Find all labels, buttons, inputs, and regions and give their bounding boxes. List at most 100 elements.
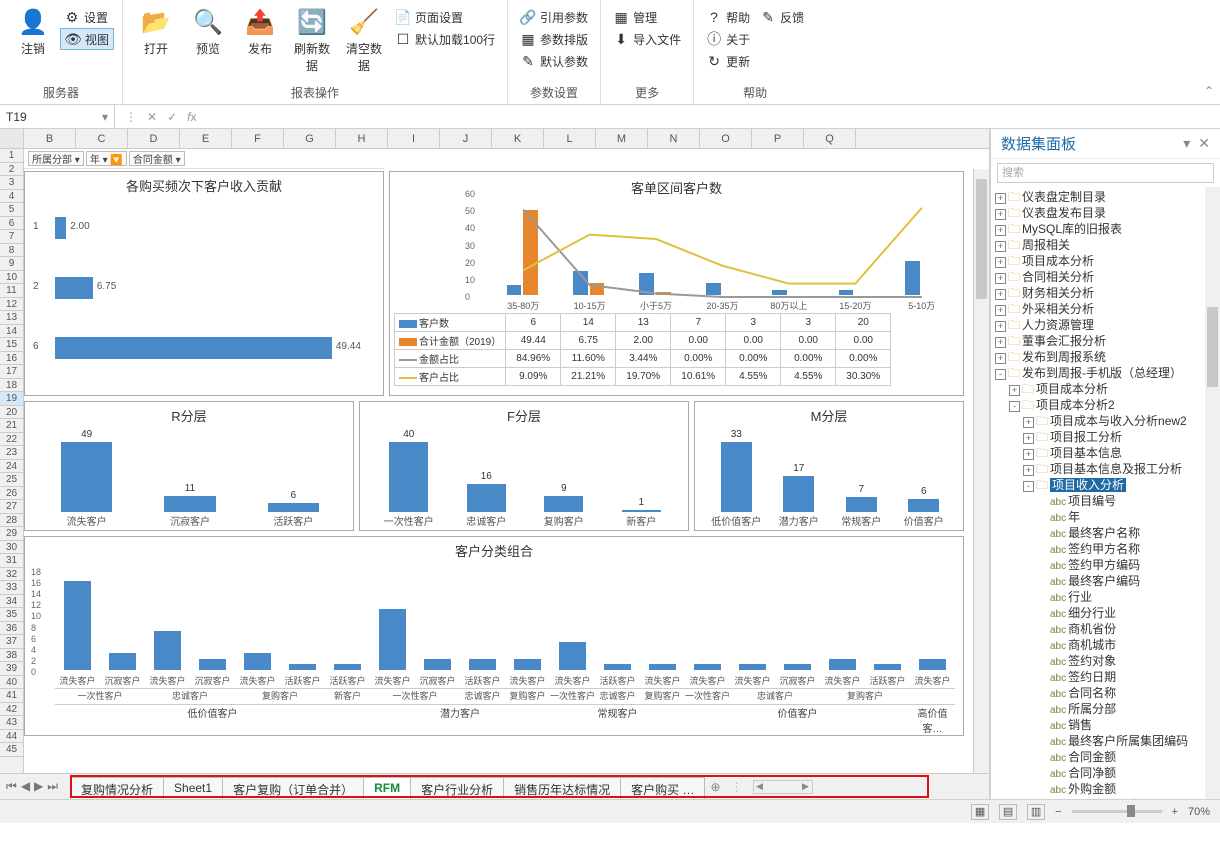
col-header[interactable]: K: [492, 129, 544, 148]
col-header[interactable]: M: [596, 129, 648, 148]
tree-node[interactable]: +🗀财务相关分析: [991, 285, 1220, 301]
publish-button[interactable]: 📤发布: [235, 4, 285, 59]
col-header[interactable]: E: [180, 129, 232, 148]
view-page-icon[interactable]: ▤: [999, 804, 1017, 820]
tree-node[interactable]: +🗀外采相关分析: [991, 301, 1220, 317]
add-sheet-icon[interactable]: ⊕: [704, 780, 726, 794]
vertical-scrollbar[interactable]: [973, 169, 989, 773]
sheet-tab[interactable]: 客户行业分析: [410, 777, 504, 799]
col-header[interactable]: C: [76, 129, 128, 148]
tree-node[interactable]: abc商机省份: [991, 621, 1220, 637]
filter-dropdown[interactable]: 合同金额 ▾: [129, 151, 185, 166]
logout-button[interactable]: 👤 注销: [8, 4, 58, 59]
tab-prev-icon[interactable]: ◀: [21, 779, 30, 794]
tab-last-icon[interactable]: ⏭: [47, 779, 58, 794]
sheet-tab[interactable]: Sheet1: [163, 777, 223, 799]
tree-node[interactable]: +🗀项目成本分析: [991, 381, 1220, 397]
about-button[interactable]: ⓘ关于: [702, 28, 754, 50]
sheet-tab[interactable]: 客户复购（订单合并）: [222, 777, 364, 799]
manage-button[interactable]: ▦管理: [609, 6, 685, 28]
help-button[interactable]: ?帮助: [702, 6, 754, 28]
worksheet-canvas[interactable]: 所属分部 ▾年 ▾ 🔽合同金额 ▾各购买频次下客户收入贡献12.0026.756…: [24, 149, 989, 773]
update-button[interactable]: ↻更新: [702, 50, 754, 72]
col-header[interactable]: D: [128, 129, 180, 148]
sheet-tab[interactable]: 客户购买 …: [620, 777, 705, 799]
col-header[interactable]: J: [440, 129, 492, 148]
tree-node[interactable]: +🗀项目成本与收入分析new2: [991, 413, 1220, 429]
open-button[interactable]: 📂打开: [131, 4, 181, 59]
col-header[interactable]: P: [752, 129, 804, 148]
tree-node[interactable]: +🗀项目基本信息及报工分析: [991, 461, 1220, 477]
tree-node[interactable]: abc商机城市: [991, 637, 1220, 653]
clear-button[interactable]: 🧹清空数据: [339, 4, 389, 76]
col-header[interactable]: F: [232, 129, 284, 148]
sheet-tab[interactable]: RFM: [363, 777, 411, 799]
import-button[interactable]: ⬇导入文件: [609, 28, 685, 50]
cancel-icon[interactable]: ✕: [147, 110, 157, 124]
select-all-corner[interactable]: [0, 129, 24, 148]
tree-node[interactable]: abc签约对象: [991, 653, 1220, 669]
horizontal-scrollbar[interactable]: ◀▶: [753, 780, 813, 794]
filter-dropdown[interactable]: 年 ▾ 🔽: [86, 151, 127, 166]
view-break-icon[interactable]: ▥: [1027, 804, 1045, 820]
search-input[interactable]: 搜索: [997, 163, 1214, 183]
filter-dropdown[interactable]: 所属分部 ▾: [28, 151, 84, 166]
dataset-tree[interactable]: +🗀仪表盘定制目录+🗀仪表盘发布目录+🗀MySQL库的旧报表+🗀周报相关+🗀项目…: [991, 187, 1220, 799]
tree-node[interactable]: +🗀合同与项目投入分析: [991, 797, 1220, 799]
tree-node[interactable]: abc签约日期: [991, 669, 1220, 685]
view-button[interactable]: 👁视图: [60, 28, 114, 50]
tree-node[interactable]: +🗀项目基本信息: [991, 445, 1220, 461]
param-order-button[interactable]: ▦参数排版: [516, 28, 592, 50]
tree-node[interactable]: +🗀项目成本分析: [991, 253, 1220, 269]
zoom-slider[interactable]: [1072, 810, 1162, 813]
tree-node[interactable]: +🗀仪表盘定制目录: [991, 189, 1220, 205]
load100-checkbox[interactable]: ☐默认加载100行: [391, 28, 499, 50]
page-setup-button[interactable]: 📄页面设置: [391, 6, 499, 28]
view-normal-icon[interactable]: ▦: [971, 804, 989, 820]
tree-node[interactable]: abc所属分部: [991, 701, 1220, 717]
tree-node[interactable]: +🗀人力资源管理: [991, 317, 1220, 333]
zoom-level[interactable]: 70%: [1188, 806, 1210, 818]
sheet-tab[interactable]: 销售历年达标情况: [503, 777, 621, 799]
col-header[interactable]: O: [700, 129, 752, 148]
col-header[interactable]: H: [336, 129, 388, 148]
tree-node[interactable]: +🗀MySQL库的旧报表: [991, 221, 1220, 237]
col-header[interactable]: B: [24, 129, 76, 148]
zoom-in-icon[interactable]: +: [1172, 806, 1178, 818]
tree-node[interactable]: abc细分行业: [991, 605, 1220, 621]
col-header[interactable]: I: [388, 129, 440, 148]
tree-node[interactable]: abc销售: [991, 717, 1220, 733]
sheet-tab[interactable]: 复购情况分析: [70, 777, 164, 799]
tree-node[interactable]: abc合同名称: [991, 685, 1220, 701]
preview-button[interactable]: 🔍预览: [183, 4, 233, 59]
fx-icon[interactable]: fx: [187, 110, 196, 124]
zoom-out-icon[interactable]: −: [1055, 806, 1061, 818]
tree-node[interactable]: abc合同净额: [991, 765, 1220, 781]
col-header[interactable]: L: [544, 129, 596, 148]
tree-node[interactable]: +🗀发布到周报系统: [991, 349, 1220, 365]
panel-menu-icon[interactable]: ▾: [1183, 135, 1190, 152]
tree-node[interactable]: abc行业: [991, 589, 1220, 605]
tree-node[interactable]: +🗀项目报工分析: [991, 429, 1220, 445]
refresh-button[interactable]: 🔄刷新数据: [287, 4, 337, 76]
ref-param-button[interactable]: 🔗引用参数: [516, 6, 592, 28]
panel-close-icon[interactable]: ✕: [1198, 135, 1210, 152]
settings-button[interactable]: ⚙设置: [60, 6, 114, 28]
tree-scrollbar[interactable]: [1205, 187, 1220, 799]
default-param-button[interactable]: ✎默认参数: [516, 50, 592, 72]
tree-node[interactable]: -🗀发布到周报-手机版（总经理）: [991, 365, 1220, 381]
tree-node[interactable]: +🗀仪表盘发布目录: [991, 205, 1220, 221]
tree-node[interactable]: abc最终客户名称: [991, 525, 1220, 541]
tree-node[interactable]: +🗀周报相关: [991, 237, 1220, 253]
name-box[interactable]: T19▾: [0, 105, 115, 128]
tree-node[interactable]: +🗀董事会汇报分析: [991, 333, 1220, 349]
col-header[interactable]: N: [648, 129, 700, 148]
tree-node[interactable]: abc最终客户编码: [991, 573, 1220, 589]
tree-node[interactable]: +🗀合同相关分析: [991, 269, 1220, 285]
tree-node[interactable]: abc年: [991, 509, 1220, 525]
tree-node[interactable]: abc最终客户所属集团编码: [991, 733, 1220, 749]
tree-node[interactable]: abc合同金额: [991, 749, 1220, 765]
tab-first-icon[interactable]: ⏮: [6, 779, 17, 794]
tab-next-icon[interactable]: ▶: [34, 779, 43, 794]
feedback-button[interactable]: ✎反馈: [756, 6, 808, 28]
